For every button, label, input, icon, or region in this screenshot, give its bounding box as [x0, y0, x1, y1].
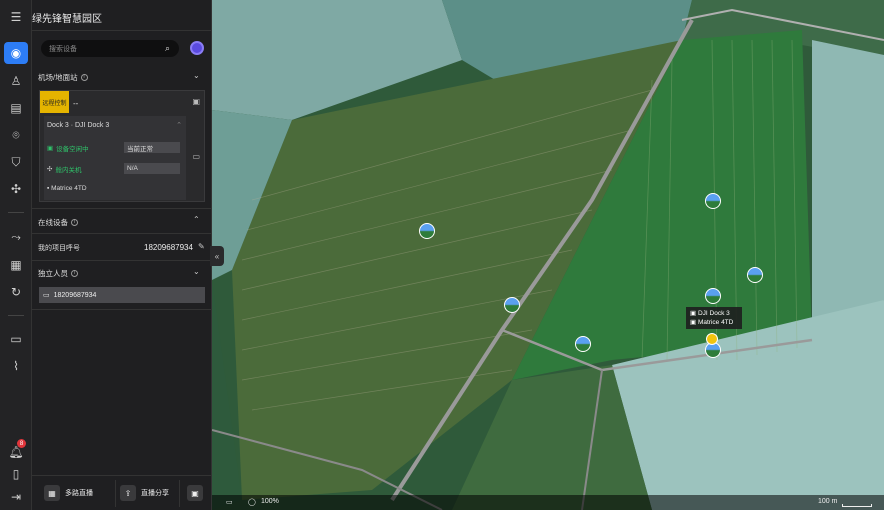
zoom-level: 100%	[261, 498, 279, 505]
briefcase-icon: ▣	[187, 485, 203, 501]
scale-label: 100 m	[818, 498, 838, 505]
route-icon[interactable]: ⤳	[4, 226, 28, 248]
callsign-label: 我的项目呼号	[38, 245, 80, 252]
dock-tooltip: ▣ DJI Dock 3 ▣ Matrice 4TD	[686, 307, 742, 329]
remote-control-tag[interactable]: 远程控制	[40, 91, 69, 113]
map-imagery	[212, 0, 884, 510]
schedule-icon[interactable]: ▦	[4, 254, 28, 276]
divider	[32, 208, 212, 209]
person-icon[interactable]: ♙	[4, 70, 28, 92]
menu-icon[interactable]: ☰	[4, 6, 28, 28]
drone-status-row: ✣ 舱内关机	[47, 164, 81, 174]
monitor-icon[interactable]: ▭	[192, 152, 200, 161]
multi-live-button[interactable]: ▦ 多路直播	[44, 484, 93, 502]
divider	[115, 480, 116, 507]
section-independent-header[interactable]: 独立人员 i	[38, 268, 78, 279]
drone-status-value: N/A	[124, 163, 180, 174]
independent-person-item[interactable]: ▭ 18209687934	[39, 287, 205, 303]
media-icon[interactable]: ▤	[4, 97, 28, 119]
project-title: 绿先锋智慧园区	[32, 14, 102, 25]
chart-icon[interactable]: ⌇	[4, 355, 28, 377]
compass-icon[interactable]: ◯	[248, 498, 256, 506]
dock-name: Dock 3 · DJI Dock 3	[47, 122, 110, 129]
screen-icon[interactable]: ▣	[192, 97, 200, 106]
live-share-button[interactable]: ⇪ 直播分享	[120, 484, 169, 502]
dock-status-row: ▣ 设备空闲中	[47, 143, 89, 153]
dock-status-dash: --	[73, 99, 79, 108]
divider	[32, 309, 212, 310]
dock-status-label: 设备空闲中	[56, 146, 89, 153]
notification-icon[interactable]: 🔔︎ 8	[4, 439, 28, 463]
info-icon: i	[71, 270, 78, 277]
share-icon: ⇪	[120, 485, 136, 501]
map-status-bar: ▭ ◯ 100% 100 m	[212, 495, 884, 510]
satellite-map[interactable]: ▣ DJI Dock 3 ▣ Matrice 4TD ▭ ◯ 100% 100 …	[212, 0, 884, 510]
chevron-up-icon[interactable]: ⌃	[176, 121, 182, 129]
chevron-down-icon[interactable]: ⌄	[193, 71, 200, 80]
grid-icon: ▦	[44, 485, 60, 501]
independent-person-id: 18209687934	[53, 291, 97, 299]
device-marker[interactable]	[705, 193, 721, 209]
assistant-icon[interactable]	[190, 41, 204, 55]
divider	[179, 480, 180, 507]
layers-icon[interactable]: ▭	[226, 498, 233, 506]
drone-icon[interactable]: ✣	[4, 178, 28, 200]
tooltip-dock-row: ▣ DJI Dock 3	[690, 310, 730, 317]
device-marker[interactable]	[504, 297, 520, 313]
tooltip-drone-row: ▣ Matrice 4TD	[690, 319, 734, 326]
devices-icon[interactable]: ◉	[4, 42, 28, 64]
chevron-down-icon[interactable]: ⌄	[193, 267, 200, 276]
search-input[interactable]: 搜索设备	[41, 40, 179, 57]
drone-small-icon: ✣	[47, 166, 53, 173]
toolbox-button[interactable]: ▣	[187, 484, 203, 502]
document-icon[interactable]: ▯	[4, 463, 28, 485]
device-marker[interactable]	[747, 267, 763, 283]
drone-status-label: 舱内关机	[55, 167, 82, 174]
divider	[32, 260, 212, 261]
info-icon: i	[71, 219, 78, 226]
notification-badge: 8	[17, 439, 26, 448]
collapse-panel-button[interactable]: «	[210, 246, 224, 266]
device-marker[interactable]	[575, 336, 591, 352]
dock-location-pin[interactable]	[706, 333, 718, 345]
section-online-header[interactable]: 在线设备 i	[38, 217, 78, 228]
dock-detail: Dock 3 · DJI Dock 3 ⌃ ▣ 设备空闲中 当前正常 ✣ 舱内关…	[44, 116, 186, 200]
scale-bar	[842, 504, 872, 507]
device-marker[interactable]	[705, 288, 721, 304]
folder-icon[interactable]: ▭	[4, 328, 28, 350]
side-panel: 绿先锋智慧园区 搜索设备 ⌕ 机场/地面站 i ⌄ 远程控制 -- ▣ ▭ Doc…	[32, 0, 212, 510]
callsign-value: 18209687934	[144, 243, 193, 252]
task-icon[interactable]: ⛉	[4, 151, 28, 173]
divider	[32, 30, 212, 31]
dock-icon: ▣	[47, 145, 54, 152]
divider	[32, 233, 212, 234]
dock-status-value: 当前正常	[124, 142, 180, 153]
divider	[8, 315, 24, 316]
section-airport-header[interactable]: 机场/地面站 i	[38, 72, 88, 83]
sync-icon[interactable]: ↻	[4, 281, 28, 303]
chevron-up-icon[interactable]: ⌃	[193, 215, 200, 224]
edit-icon[interactable]: ✎	[198, 242, 205, 251]
bottom-bar: ▦ 多路直播 ⇪ 直播分享 ▣	[32, 475, 212, 510]
divider	[8, 212, 24, 213]
location-icon[interactable]: ⌾	[4, 124, 28, 146]
dock-card[interactable]: 远程控制 -- ▣ ▭ Dock 3 · DJI Dock 3 ⌃ ▣ 设备空闲…	[39, 90, 205, 202]
icon-rail: ☰ ◉ ♙ ▤ ⌾ ⛉ ✣ ⤳ ▦ ↻ ▭ ⌇ 🔔︎ 8 ▯ ⇥	[0, 0, 32, 510]
drone-model: ▪ Matrice 4TD	[47, 185, 87, 192]
logout-icon[interactable]: ⇥	[4, 486, 28, 508]
monitor-icon: ▭	[43, 292, 50, 299]
device-marker[interactable]	[419, 223, 435, 239]
info-icon: i	[80, 74, 88, 81]
